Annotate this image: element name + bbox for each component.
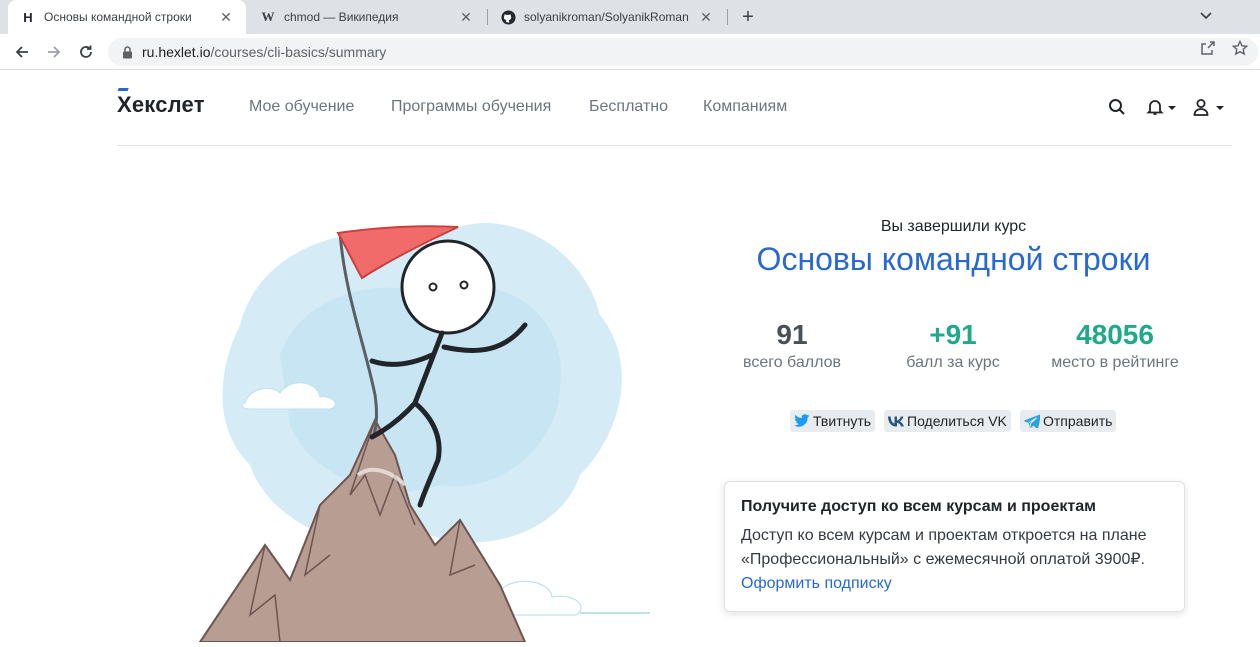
close-icon[interactable]: ✕ <box>698 9 714 25</box>
stat-label: всего баллов <box>743 354 841 371</box>
search-icon[interactable] <box>1108 97 1126 117</box>
share-twitter-button[interactable]: Твитнуть <box>790 410 876 432</box>
hexlet-logo[interactable]: Хекслет <box>117 88 205 118</box>
share-vk-button[interactable]: Поделиться VK <box>884 410 1011 432</box>
subscribe-link[interactable]: Оформить подписку <box>741 572 1168 596</box>
share-telegram-button[interactable]: Отправить <box>1020 410 1117 432</box>
twitter-icon <box>794 414 810 428</box>
address-bar[interactable]: ru.hexlet.io/courses/cli-basics/summary <box>108 38 1258 66</box>
promo-title: Получите доступ ко всем курсам и проекта… <box>741 498 1096 515</box>
stat-total-points: 91 всего баллов <box>707 318 877 372</box>
tab-title: Основы командной строки <box>44 10 192 24</box>
share-twitter-label: Твитнуть <box>813 413 872 429</box>
stat-label: место в рейтинге <box>1051 354 1179 371</box>
new-tab-icon[interactable]: + <box>736 5 760 29</box>
hexlet-favicon-icon: Н <box>23 9 33 25</box>
site-header: Хекслет Мое обучение Программы обучения … <box>117 70 1232 146</box>
stat-value: 91 <box>776 319 808 350</box>
course-complete-illustration <box>180 175 660 643</box>
nav-programs[interactable]: Программы обучения <box>391 98 551 116</box>
telegram-icon <box>1024 414 1040 428</box>
tab-title: solyanikroman/SolyanikRoman <box>524 10 689 24</box>
stat-value: 48056 <box>1076 319 1154 350</box>
close-icon[interactable]: ✕ <box>218 9 234 25</box>
tab-github[interactable]: solyanikroman/SolyanikRoman ✕ <box>488 0 726 34</box>
forward-icon[interactable] <box>40 38 68 66</box>
completed-label: Вы завершили курс <box>880 218 1027 235</box>
tab-strip: Н Основы командной строки ✕ W chmod — Ви… <box>0 0 1260 34</box>
promo-text: Доступ ко всем курсам и проектам откроет… <box>741 527 1147 568</box>
stat-value: +91 <box>929 319 977 350</box>
close-icon[interactable]: ✕ <box>458 9 474 25</box>
user-menu-icon[interactable] <box>1192 97 1230 117</box>
reload-icon[interactable] <box>72 38 100 66</box>
chevron-down-icon[interactable] <box>1195 5 1217 27</box>
nav-my-learning[interactable]: Мое обучение <box>249 98 354 116</box>
course-title: Основы командной строки <box>756 241 1151 277</box>
back-icon[interactable] <box>8 38 36 66</box>
notifications-bell-icon[interactable] <box>1146 97 1180 117</box>
tab-title: chmod — Википедия <box>284 10 399 24</box>
bookmark-star-icon[interactable] <box>1230 38 1250 58</box>
share-page-icon[interactable] <box>1198 38 1218 58</box>
lock-icon[interactable] <box>120 45 134 59</box>
stat-rating-place: 48056 место в рейтинге <box>1030 318 1200 372</box>
url-text: ru.hexlet.io/courses/cli-basics/summary <box>142 44 387 60</box>
nav-free[interactable]: Бесплатно <box>589 98 668 116</box>
tab-wikipedia[interactable]: W chmod — Википедия ✕ <box>248 0 486 34</box>
vk-icon <box>888 415 904 427</box>
wikipedia-favicon-icon: W <box>261 9 275 24</box>
github-favicon-icon <box>500 9 516 25</box>
tab-hexlet[interactable]: Н Основы командной строки ✕ <box>8 0 246 34</box>
stats-row: 91 всего баллов +91 балл за курс 48056 м… <box>700 318 1207 378</box>
logo-mark <box>117 88 129 92</box>
browser-toolbar: ru.hexlet.io/courses/cli-basics/summary <box>0 34 1260 70</box>
subscription-promo-card: Получите доступ ко всем курсам и проекта… <box>724 481 1185 612</box>
course-summary: Вы завершили курс Основы командной строк… <box>700 218 1207 432</box>
stat-label: балл за курс <box>906 354 1000 371</box>
share-vk-label: Поделиться VK <box>907 413 1007 429</box>
stat-course-points: +91 балл за курс <box>868 318 1038 372</box>
nav-companies[interactable]: Компаниям <box>703 98 787 116</box>
share-telegram-label: Отправить <box>1043 413 1113 429</box>
